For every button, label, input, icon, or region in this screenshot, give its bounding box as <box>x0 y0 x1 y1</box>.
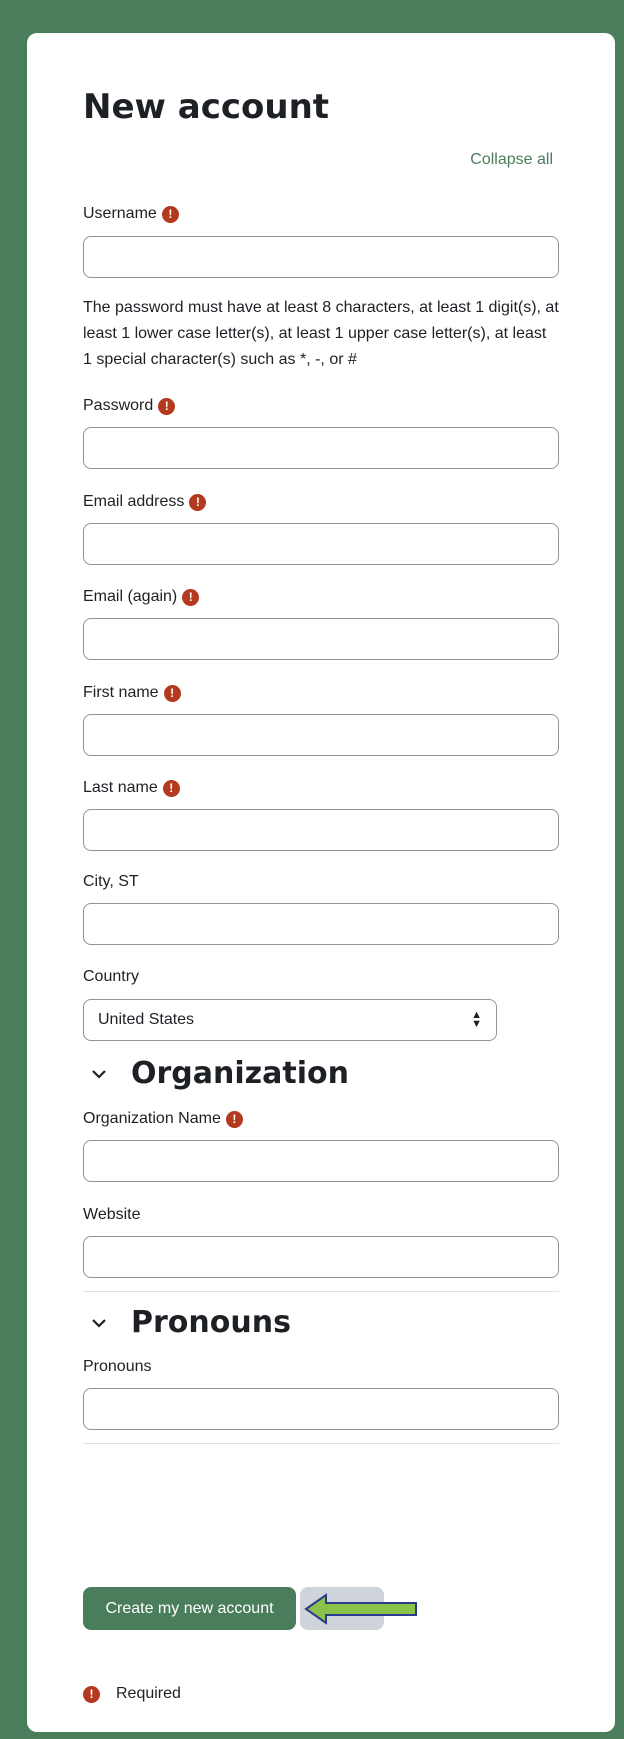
last-name-label: Last name ! <box>83 779 180 797</box>
required-icon: ! <box>162 779 180 797</box>
username-input[interactable] <box>83 236 559 278</box>
city-label-text: City, ST <box>83 873 139 890</box>
required-icon: ! <box>161 205 179 223</box>
required-icon: ! <box>189 493 207 511</box>
signup-card: New account Collapse all Username ! The … <box>27 33 615 1732</box>
city-label: City, ST <box>83 873 139 891</box>
email-again-label-text: Email (again) <box>83 588 178 605</box>
password-input[interactable] <box>83 427 559 469</box>
password-hint: The password must have at least 8 charac… <box>83 299 559 368</box>
required-icon: ! <box>182 588 200 606</box>
required-legend-text: Required <box>116 1685 181 1702</box>
country-selected-value: United States <box>98 1011 195 1028</box>
page-title: New account <box>83 87 330 127</box>
username-label: Username ! <box>83 205 179 223</box>
section-divider <box>83 1443 559 1444</box>
section-divider <box>83 1291 559 1292</box>
password-label: Password ! <box>83 397 176 415</box>
pronouns-section-toggle[interactable]: Pronouns <box>91 1305 291 1340</box>
org-name-label: Organization Name ! <box>83 1110 243 1128</box>
email-input[interactable] <box>83 523 559 565</box>
website-label: Website <box>83 1206 141 1224</box>
last-name-label-text: Last name <box>83 779 158 796</box>
first-name-label-text: First name <box>83 684 159 701</box>
city-input[interactable] <box>83 903 559 945</box>
email-label: Email address ! <box>83 493 207 511</box>
select-arrows-icon: ▲ ▼ <box>471 1009 482 1030</box>
required-icon: ! <box>158 397 176 415</box>
organization-section-title: Organization <box>131 1056 349 1091</box>
first-name-label: First name ! <box>83 684 181 702</box>
org-name-input[interactable] <box>83 1140 559 1182</box>
required-icon: ! <box>83 1685 100 1703</box>
required-icon: ! <box>163 684 181 702</box>
website-input[interactable] <box>83 1236 559 1278</box>
pointer-arrow-icon <box>304 1593 417 1625</box>
first-name-input[interactable] <box>83 714 559 756</box>
chevron-down-icon <box>91 1063 117 1084</box>
country-select[interactable]: United States ▲ ▼ <box>83 999 497 1041</box>
org-name-label-text: Organization Name <box>83 1110 221 1127</box>
create-account-button[interactable]: Create my new account <box>83 1587 296 1630</box>
collapse-all-link[interactable]: Collapse all <box>470 151 553 169</box>
country-label: Country <box>83 968 139 986</box>
pronouns-label: Pronouns <box>83 1358 152 1376</box>
required-legend: ! Required <box>83 1685 181 1703</box>
email-again-label: Email (again) ! <box>83 588 200 606</box>
email-again-input[interactable] <box>83 618 559 660</box>
pronouns-section-title: Pronouns <box>131 1305 291 1340</box>
username-label-text: Username <box>83 205 157 222</box>
password-label-text: Password <box>83 397 154 414</box>
required-icon: ! <box>225 1110 243 1128</box>
email-label-text: Email address <box>83 493 185 510</box>
last-name-input[interactable] <box>83 809 559 851</box>
chevron-down-icon <box>91 1312 117 1333</box>
country-label-text: Country <box>83 968 140 985</box>
website-label-text: Website <box>83 1206 141 1223</box>
pronouns-input[interactable] <box>83 1388 559 1430</box>
pronouns-label-text: Pronouns <box>83 1358 152 1375</box>
organization-section-toggle[interactable]: Organization <box>91 1056 349 1091</box>
